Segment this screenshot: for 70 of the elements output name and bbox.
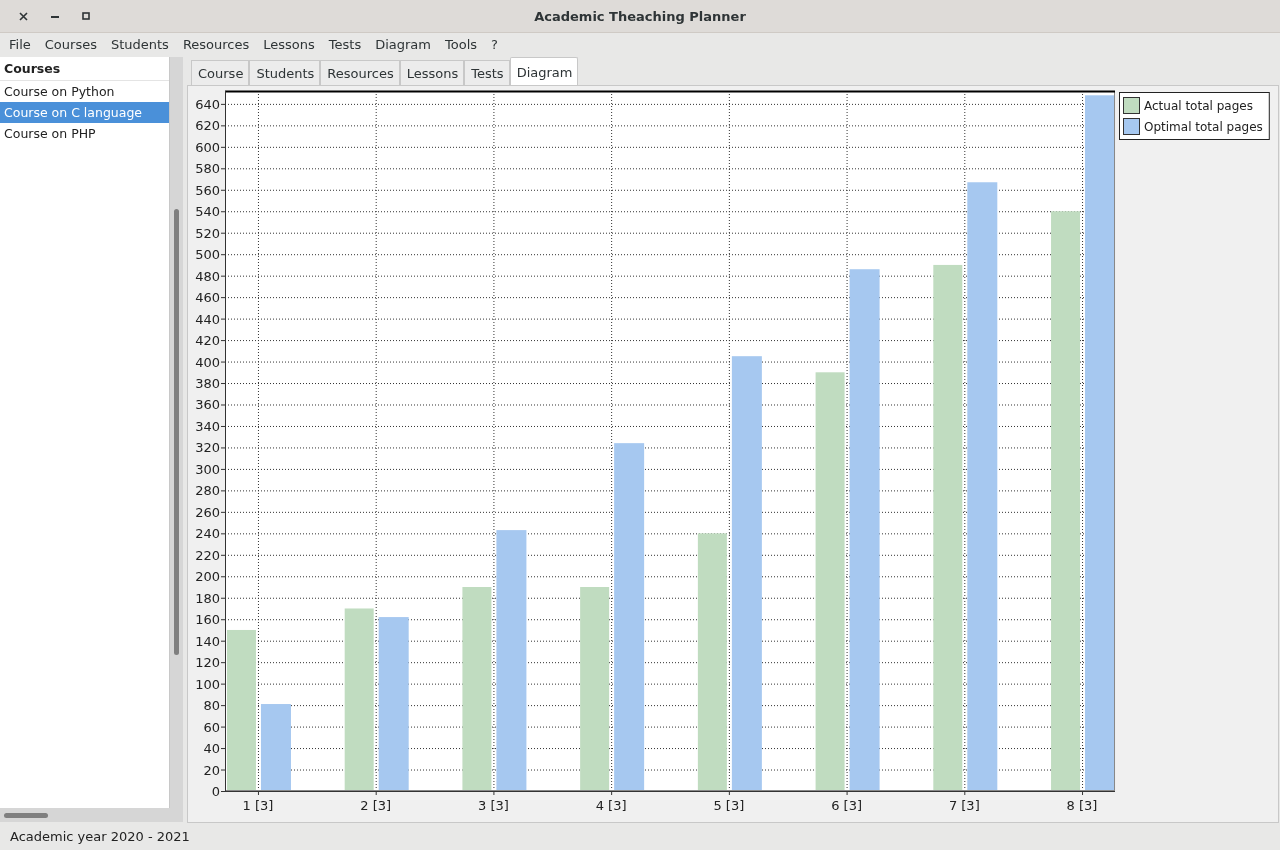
legend-label: Optimal total pages — [1144, 120, 1263, 134]
menu-item[interactable]: Students — [103, 33, 176, 57]
y-tick-label: 200 — [195, 569, 220, 585]
y-tick-label: 400 — [195, 354, 220, 370]
tab[interactable]: Diagram — [509, 57, 579, 85]
tab[interactable]: Tests — [464, 60, 510, 85]
course-list-item[interactable]: Course on Python — [0, 81, 169, 102]
y-tick-label: 300 — [195, 461, 220, 477]
tab[interactable]: Students — [249, 60, 321, 85]
y-tick-label: 100 — [195, 676, 220, 692]
y-tick-label: 160 — [195, 612, 220, 628]
scrollbar-thumb[interactable] — [174, 209, 179, 655]
y-tick-label: 580 — [195, 161, 220, 177]
status-text: Academic year 2020 - 2021 — [10, 828, 190, 844]
x-tick-label: 7 [3] — [948, 798, 980, 813]
y-tick-label: 180 — [195, 590, 220, 606]
y-tick-label: 500 — [195, 247, 220, 263]
maximize-icon — [81, 12, 90, 20]
tab[interactable]: Lessons — [399, 60, 465, 85]
x-tick-label: 6 [3] — [831, 798, 862, 813]
course-list-item[interactable]: Course on PHP — [0, 123, 169, 144]
scrollbar-thumb[interactable] — [4, 812, 48, 818]
y-tick-label: 60 — [203, 719, 220, 735]
menu-item[interactable]: Diagram — [368, 33, 438, 57]
x-tick-label: 3 [3] — [478, 798, 509, 813]
y-tick-label: 380 — [195, 376, 220, 391]
list-header: Courses — [0, 57, 169, 81]
menu-item[interactable]: ? — [484, 33, 505, 57]
x-tick-label: 8 [3] — [1066, 798, 1098, 813]
y-tick-label: 280 — [195, 483, 220, 499]
y-tick-label: 440 — [195, 311, 220, 327]
x-tick-label: 4 [3] — [595, 798, 627, 813]
y-tick-label: 320 — [195, 440, 220, 456]
y-tick-label: 0 — [211, 784, 220, 799]
y-tick-label: 560 — [195, 182, 220, 198]
x-tick-label: 1 [3] — [242, 798, 274, 813]
menu-item[interactable]: File — [2, 33, 38, 57]
y-tick-label: 260 — [195, 504, 220, 520]
menu-item[interactable]: Tools — [438, 33, 485, 57]
menu-item[interactable]: Lessons — [256, 33, 322, 57]
y-tick-label: 460 — [195, 290, 220, 306]
legend-label: Actual total pages — [1144, 99, 1253, 113]
y-tick-label: 140 — [195, 633, 220, 649]
y-tick-label: 80 — [203, 698, 220, 714]
horizontal-scrollbar[interactable] — [0, 808, 183, 822]
window-title: Academic Theaching Planner — [534, 8, 746, 24]
y-tick-label: 540 — [195, 204, 220, 220]
vertical-scrollbar[interactable] — [170, 57, 183, 808]
y-tick-label: 600 — [195, 139, 220, 155]
tab[interactable]: Course — [191, 60, 250, 85]
minimize-icon — [50, 14, 59, 18]
y-tick-label: 340 — [195, 418, 220, 434]
y-tick-label: 420 — [195, 333, 220, 349]
menu-item[interactable]: Courses — [37, 33, 104, 57]
y-tick-label: 20 — [203, 762, 220, 778]
close-icon — [19, 11, 28, 21]
x-tick-label: 2 [3] — [360, 798, 392, 813]
menu-item[interactable]: Tests — [321, 33, 369, 57]
menu-item[interactable]: Resources — [175, 33, 257, 57]
y-tick-label: 240 — [195, 526, 220, 542]
y-tick-label: 220 — [195, 547, 220, 563]
tab[interactable]: Resources — [320, 60, 400, 85]
y-tick-label: 620 — [195, 118, 220, 134]
y-tick-label: 40 — [203, 741, 220, 757]
y-tick-label: 480 — [195, 268, 220, 284]
y-tick-label: 120 — [195, 655, 220, 671]
y-tick-label: 360 — [195, 397, 220, 413]
x-tick-label: 5 [3] — [713, 798, 745, 813]
y-tick-label: 520 — [195, 225, 220, 241]
y-tick-label: 640 — [195, 96, 220, 112]
